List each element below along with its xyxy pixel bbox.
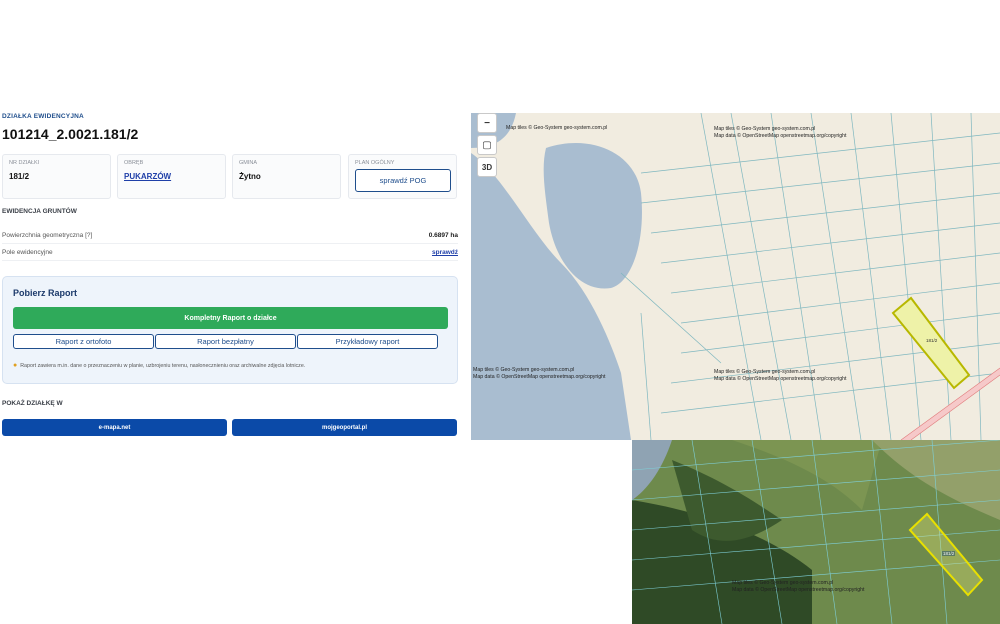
card-value: Żytno: [239, 172, 261, 181]
map-attribution-2: Map tiles © Geo-System geo-system.com.pl…: [714, 126, 846, 140]
full-report-button[interactable]: Kompletny Raport o działce: [13, 307, 448, 329]
report-note-text: Raport zawiera m.in. dane o przeznaczeni…: [20, 362, 306, 369]
pole-label: Pole ewidencyjne: [2, 249, 53, 256]
emapa-button[interactable]: e-mapa.net: [2, 419, 227, 436]
card-gmina: GMINA Żytno: [232, 154, 341, 199]
plot-label: 181/2: [926, 338, 938, 343]
plot-id-title: 101214_2.0021.181/2: [2, 126, 139, 142]
card-label: GMINA: [239, 160, 258, 166]
data-attribution-2: Map data © OpenStreetMap openstreetmap.o…: [714, 133, 847, 139]
card-label: NR DZIAŁKI: [9, 160, 40, 166]
area-label: Powierzchnia geometryczna [?]: [2, 232, 93, 239]
card-value: 181/2: [9, 172, 30, 181]
map-attribution: Map tiles © Geo-System geo-system.com.pl: [506, 125, 607, 132]
free-report-button[interactable]: Raport bezpłatny: [155, 334, 296, 349]
report-box: Pobierz Raport Kompletny Raport o działc…: [2, 276, 458, 384]
card-plan-ogolny: PLAN OGÓLNY sprawdź POG: [348, 154, 457, 199]
report-title: Pobierz Raport: [13, 288, 78, 298]
card-label: OBRĘB: [124, 160, 144, 166]
plot-info-panel: DZIAŁKA EWIDENCYJNA 101214_2.0021.181/2 …: [2, 113, 458, 436]
ortho-data-attribution: Map data © OpenStreetMap openstreetmap.o…: [732, 587, 865, 593]
data-attribution-3: Map data © OpenStreetMap openstreetmap.o…: [473, 374, 606, 380]
report-note: ● Raport zawiera m.in. dane o przeznacze…: [13, 362, 305, 369]
cadastral-map-drawing: [471, 113, 1000, 440]
pole-check-link[interactable]: sprawdź: [432, 249, 458, 256]
cadastral-map[interactable]: − ▢ 3D Map tiles © Geo-System geo-system…: [471, 113, 1000, 440]
show-in-heading: POKAŻ DZIAŁKĘ W: [2, 400, 63, 407]
section-kicker: DZIAŁKA EWIDENCYJNA: [2, 113, 84, 120]
orthophoto-map[interactable]: Map tiles © Geo-System geo-system.com.pl…: [632, 440, 1000, 624]
zoom-out-button[interactable]: −: [477, 113, 497, 133]
orthophoto-drawing: [632, 440, 1000, 624]
obreb-link[interactable]: PUKARZÓW: [124, 172, 219, 181]
data-attribution-4: Map data © OpenStreetMap openstreetmap.o…: [714, 376, 847, 382]
tiles-attribution: Map tiles © Geo-System geo-system.com.pl: [506, 125, 608, 131]
ortho-attribution: Map tiles © Geo-System geo-system.com.pl…: [732, 580, 864, 594]
plot-summary-cards: NR DZIAŁKI 181/2 OBRĘB PUKARZÓW GMINA Ży…: [2, 154, 458, 199]
mojgeoportal-button[interactable]: mojgeoportal.pl: [232, 419, 457, 436]
pole-row: Pole ewidencyjne sprawdź: [2, 245, 458, 261]
card-obreb: OBRĘB PUKARZÓW: [117, 154, 226, 199]
map-attribution-4: Map tiles © Geo-System geo-system.com.pl…: [714, 369, 846, 383]
ortho-tiles-attribution: Map tiles © Geo-System geo-system.com.pl: [732, 580, 834, 586]
lightbulb-icon: ●: [13, 362, 18, 369]
layers-button[interactable]: ▢: [477, 135, 497, 155]
check-pog-button[interactable]: sprawdź POG: [355, 169, 451, 192]
area-row: Powierzchnia geometryczna [?] 0.6897 ha: [2, 228, 458, 244]
tiles-attribution-2: Map tiles © Geo-System geo-system.com.pl: [714, 126, 816, 132]
area-value: 0.6897 ha: [428, 232, 458, 239]
ortho-report-button[interactable]: Raport z ortofoto: [13, 334, 154, 349]
sample-report-button[interactable]: Przykładowy raport: [297, 334, 438, 349]
ewidencja-heading: EWIDENCJA GRUNTÓW: [2, 208, 77, 215]
tiles-attribution-3: Map tiles © Geo-System geo-system.com.pl: [473, 367, 575, 373]
ortho-plot-label: 181/2: [942, 551, 956, 556]
card-nr-dzialki: NR DZIAŁKI 181/2: [2, 154, 111, 199]
card-label: PLAN OGÓLNY: [355, 160, 395, 166]
3d-toggle-button[interactable]: 3D: [477, 157, 497, 177]
map-attribution-3: Map tiles © Geo-System geo-system.com.pl…: [473, 367, 605, 381]
tiles-attribution-4: Map tiles © Geo-System geo-system.com.pl: [714, 369, 816, 375]
